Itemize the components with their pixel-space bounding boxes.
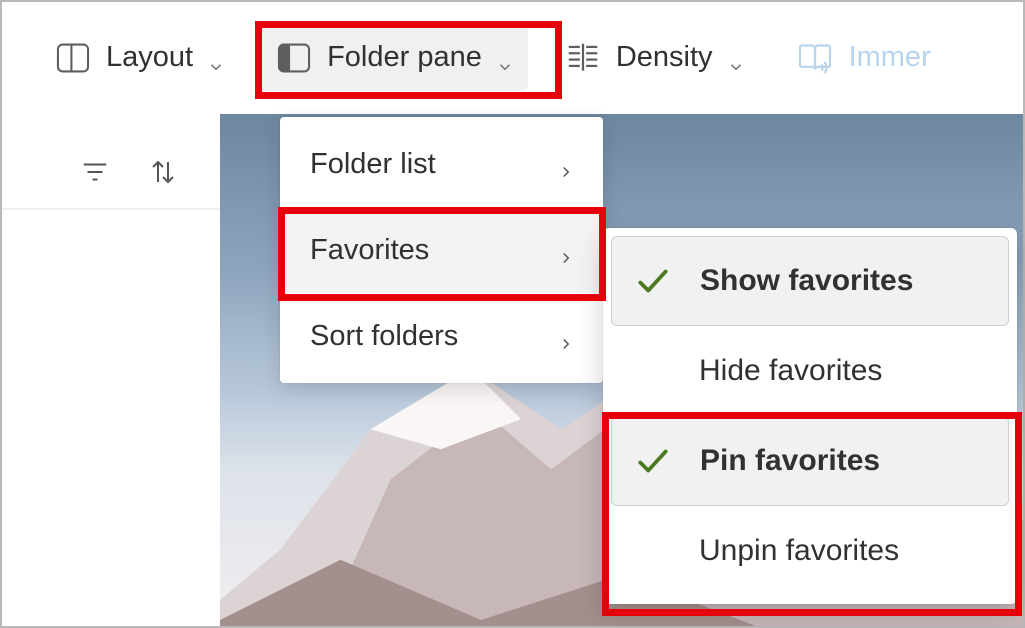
- submenu-item-label: Hide favorites: [699, 354, 989, 388]
- submenu-item-pin-favorites[interactable]: Pin favorites: [611, 416, 1009, 506]
- chevron-right-icon: [557, 242, 573, 258]
- checkmark-icon: [632, 440, 674, 482]
- layout-icon: [54, 39, 92, 77]
- message-list-panel: [2, 114, 220, 626]
- folder-pane-menu: Folder list Favorites Sort folders: [280, 117, 603, 383]
- submenu-item-show-favorites[interactable]: Show favorites: [611, 236, 1009, 326]
- menu-item-label: Favorites: [310, 234, 429, 267]
- chevron-down-icon: [207, 51, 221, 65]
- menu-item-favorites[interactable]: Favorites: [280, 207, 603, 293]
- layout-button[interactable]: Layout: [36, 25, 239, 91]
- folder-pane-button[interactable]: Folder pane: [257, 25, 528, 91]
- density-button[interactable]: Density: [546, 25, 759, 91]
- message-list-header: [2, 140, 220, 210]
- submenu-item-label: Pin favorites: [700, 444, 988, 478]
- menu-item-sort-folders[interactable]: Sort folders: [280, 293, 603, 379]
- app-window: Layout Folder pane: [0, 0, 1025, 628]
- submenu-item-hide-favorites[interactable]: Hide favorites: [611, 326, 1009, 416]
- immersive-reader-label: Immer: [849, 41, 931, 74]
- immersive-reader-button[interactable]: Immer: [777, 24, 949, 92]
- filter-icon[interactable]: [80, 157, 110, 192]
- layout-label: Layout: [106, 41, 193, 74]
- checkmark-icon: [632, 260, 674, 302]
- density-label: Density: [616, 41, 713, 74]
- checkmark-icon: [631, 530, 673, 572]
- immersive-reader-icon: [795, 38, 835, 78]
- chevron-right-icon: [557, 156, 573, 172]
- density-icon: [564, 39, 602, 77]
- menu-item-label: Sort folders: [310, 320, 458, 353]
- folder-pane-label: Folder pane: [327, 41, 482, 74]
- chevron-down-icon: [496, 51, 510, 65]
- folder-pane-icon: [275, 39, 313, 77]
- view-toolbar: Layout Folder pane: [2, 2, 1023, 114]
- submenu-item-label: Unpin favorites: [699, 534, 989, 568]
- favorites-submenu: Show favorites Hide favorites Pin favori…: [603, 228, 1017, 604]
- chevron-right-icon: [557, 328, 573, 344]
- menu-item-label: Folder list: [310, 148, 436, 181]
- submenu-item-unpin-favorites[interactable]: Unpin favorites: [611, 506, 1009, 596]
- submenu-item-label: Show favorites: [700, 264, 988, 298]
- sort-icon[interactable]: [148, 157, 178, 192]
- menu-item-folder-list[interactable]: Folder list: [280, 121, 603, 207]
- checkmark-icon: [631, 350, 673, 392]
- chevron-down-icon: [727, 51, 741, 65]
